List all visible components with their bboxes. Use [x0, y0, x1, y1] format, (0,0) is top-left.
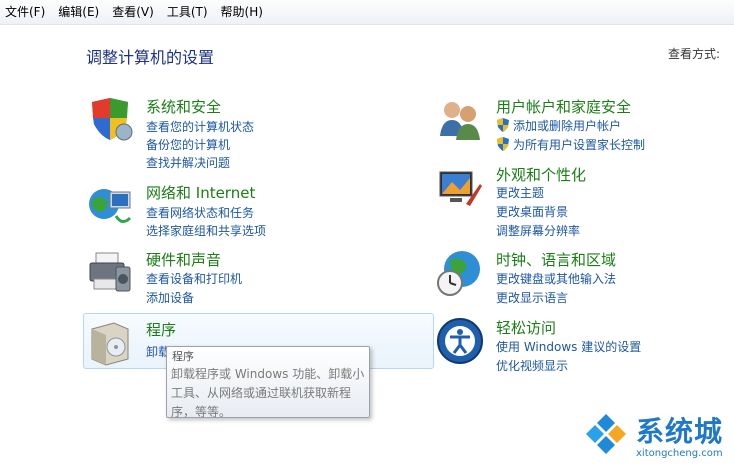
link-network-status[interactable]: 查看网络状态和任务 — [146, 204, 254, 221]
uac-shield-icon — [497, 137, 509, 151]
uac-shield-icon — [497, 118, 509, 132]
category-title[interactable]: 网络和 Internet — [146, 182, 255, 203]
link-optimize-display[interactable]: 优化视频显示 — [496, 357, 568, 374]
printer-icon[interactable] — [86, 249, 134, 297]
watermark-url: xitongcheng.com — [636, 448, 723, 459]
link-parental-controls[interactable]: 为所有用户设置家长控制 — [496, 136, 645, 153]
tooltip-line: 工具、从网络或通过联机获取新程 — [171, 386, 352, 400]
globe-clock-icon[interactable] — [436, 249, 484, 297]
link-screen-resolution[interactable]: 调整屏幕分辨率 — [496, 222, 580, 239]
link-add-device[interactable]: 添加设备 — [146, 289, 194, 306]
shield-icon[interactable] — [86, 96, 134, 144]
ease-of-access-icon[interactable] — [436, 317, 484, 365]
watermark-text: 系统城 — [636, 415, 724, 448]
menu-file[interactable]: 文件(F) — [0, 0, 53, 24]
watermark-logo-icon — [586, 414, 626, 454]
users-icon[interactable] — [436, 96, 484, 144]
tooltip-line: 卸载程序或 Windows 功能、卸载小 — [171, 367, 365, 381]
link-label: 为所有用户设置家长控制 — [513, 138, 646, 152]
category-title[interactable]: 轻松访问 — [496, 317, 556, 338]
link-check-status[interactable]: 查看您的计算机状态 — [146, 118, 254, 135]
tooltip-title: 程序 — [172, 350, 194, 363]
tooltip-line: 序，等等。 — [171, 405, 232, 419]
category-title[interactable]: 硬件和声音 — [146, 249, 221, 270]
category-title[interactable]: 系统和安全 — [146, 96, 221, 117]
view-by-label: 查看方式: — [668, 47, 721, 61]
link-desktop-background[interactable]: 更改桌面背景 — [496, 203, 568, 220]
link-homegroup[interactable]: 选择家庭组和共享选项 — [146, 222, 266, 239]
link-devices-printers[interactable]: 查看设备和打印机 — [146, 270, 242, 287]
link-backup[interactable]: 备份您的计算机 — [146, 136, 230, 153]
link-troubleshoot[interactable]: 查找并解决问题 — [146, 154, 230, 171]
link-change-theme[interactable]: 更改主题 — [496, 184, 544, 201]
appearance-monitor-icon[interactable] — [436, 164, 484, 212]
link-add-remove-accounts[interactable]: 添加或删除用户帐户 — [496, 117, 621, 134]
category-title[interactable]: 时钟、语言和区域 — [496, 249, 616, 270]
link-display-language[interactable]: 更改显示语言 — [496, 289, 568, 306]
page-title: 调整计算机的设置 — [86, 48, 215, 67]
link-keyboard-input[interactable]: 更改键盘或其他输入法 — [496, 270, 616, 287]
menu-view[interactable]: 查看(V) — [107, 0, 162, 24]
programs-tooltip: 卸载程序或 Windows 功能、卸载小 工具、从网络或通过联机获取新程 序，等… — [166, 346, 370, 419]
network-globe-icon[interactable] — [86, 182, 134, 230]
menu-help[interactable]: 帮助(H) — [216, 0, 271, 24]
link-windows-suggest[interactable]: 使用 Windows 建议的设置 — [496, 338, 641, 355]
menu-tools[interactable]: 工具(T) — [162, 0, 216, 24]
programs-box-icon[interactable] — [86, 319, 134, 367]
category-title[interactable]: 外观和个性化 — [496, 164, 586, 185]
link-label: 添加或删除用户帐户 — [513, 119, 622, 133]
menu-edit[interactable]: 编辑(E) — [53, 0, 107, 24]
category-title[interactable]: 用户帐户和家庭安全 — [496, 96, 631, 117]
category-title[interactable]: 程序 — [146, 319, 176, 340]
menu-bar: 文件(F) 编辑(E) 查看(V) 工具(T) 帮助(H) — [0, 0, 734, 25]
